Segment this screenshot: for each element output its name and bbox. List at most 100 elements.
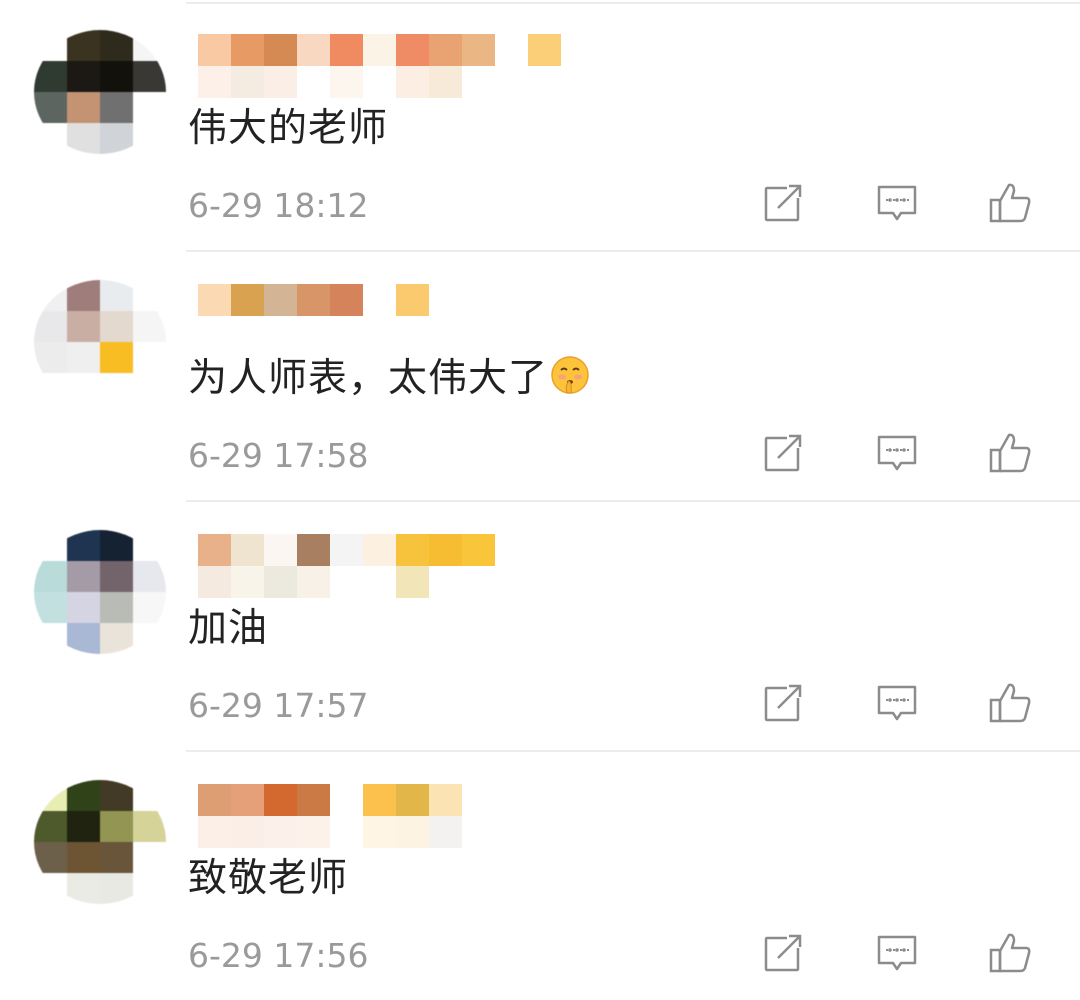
comment-text-content: 致敬老师 — [188, 856, 349, 901]
comment-text: 加油 — [188, 603, 268, 655]
like-button[interactable] — [985, 680, 1035, 730]
like-icon — [986, 929, 1034, 981]
like-button[interactable] — [985, 180, 1035, 230]
avatar-mosaic-cell — [100, 342, 133, 373]
username-mosaic-cell — [528, 534, 561, 566]
username-mosaic-cell — [528, 566, 561, 598]
comment-item: 伟大的老师 6-29 18:12 — [0, 0, 1080, 252]
username-mosaic-cell — [429, 66, 462, 98]
share-button[interactable] — [758, 680, 808, 730]
avatar-mosaic-cell — [100, 842, 133, 873]
username-mosaic-cell — [297, 534, 330, 566]
avatar-mosaic-cell — [34, 623, 67, 654]
share-icon — [759, 929, 807, 981]
username-mosaic-cell — [495, 66, 528, 98]
username-mosaic-cell — [396, 784, 429, 816]
share-button[interactable] — [758, 430, 808, 480]
username-mosaic-cell — [462, 816, 495, 848]
avatar-mosaic-cell — [67, 92, 100, 123]
avatar-mosaic-cell — [100, 30, 133, 61]
comment-timestamp: 6-29 17:56 — [188, 936, 369, 975]
username-mosaic-cell — [462, 34, 495, 66]
username-blurred[interactable] — [198, 34, 561, 98]
username-mosaic-cell — [396, 316, 429, 348]
avatar-mosaic-cell — [133, 592, 166, 623]
avatar-mosaic-cell — [133, 92, 166, 123]
username-mosaic-cell — [231, 284, 264, 316]
username-mosaic-cell — [495, 284, 528, 316]
reply-icon — [873, 679, 921, 731]
avatar-mosaic-cell — [133, 373, 166, 404]
username-mosaic-cell — [264, 316, 297, 348]
avatar[interactable] — [34, 780, 166, 904]
reply-button[interactable] — [872, 180, 922, 230]
avatar-mosaic-cell — [67, 873, 100, 904]
username-mosaic-cell — [396, 66, 429, 98]
username-mosaic-cell — [297, 566, 330, 598]
username-mosaic-cell — [462, 566, 495, 598]
username-mosaic-cell — [264, 284, 297, 316]
reply-icon — [873, 179, 921, 231]
username-mosaic-cell — [231, 784, 264, 816]
reply-button[interactable] — [872, 430, 922, 480]
avatar-mosaic-cell — [34, 280, 67, 311]
avatar-mosaic-cell — [100, 530, 133, 561]
shushing-face-emoji — [550, 355, 590, 395]
avatar[interactable] — [34, 280, 166, 404]
share-icon — [759, 679, 807, 731]
avatar-mosaic-cell — [100, 92, 133, 123]
username-mosaic-cell — [198, 534, 231, 566]
username-mosaic-cell — [396, 34, 429, 66]
like-button[interactable] — [985, 930, 1035, 980]
avatar-mosaic-cell — [34, 123, 67, 154]
username-mosaic-cell — [429, 316, 462, 348]
username-mosaic-cell — [429, 816, 462, 848]
avatar-mosaic-cell — [100, 811, 133, 842]
reply-icon — [873, 929, 921, 981]
avatar[interactable] — [34, 30, 166, 154]
username-mosaic-cell — [330, 316, 363, 348]
username-blurred[interactable] — [198, 534, 561, 598]
username-mosaic-cell — [198, 284, 231, 316]
username-mosaic-cell — [429, 566, 462, 598]
avatar-mosaic-cell — [100, 561, 133, 592]
share-button[interactable] — [758, 180, 808, 230]
username-mosaic-cell — [462, 316, 495, 348]
username-mosaic-cell — [297, 316, 330, 348]
comment-timestamp: 6-29 17:57 — [188, 686, 369, 725]
username-mosaic-cell — [462, 534, 495, 566]
username-mosaic-cell — [528, 316, 561, 348]
avatar-mosaic-cell — [133, 280, 166, 311]
avatar-mosaic-cell — [133, 61, 166, 92]
avatar-mosaic-cell — [34, 530, 67, 561]
username-mosaic-cell — [231, 566, 264, 598]
username-mosaic-cell — [264, 566, 297, 598]
reply-button[interactable] — [872, 930, 922, 980]
reply-icon — [873, 429, 921, 481]
username-mosaic-cell — [396, 566, 429, 598]
username-blurred[interactable] — [198, 284, 561, 348]
avatar-mosaic-cell — [133, 561, 166, 592]
username-mosaic-cell — [231, 316, 264, 348]
comment-text-content: 加油 — [188, 606, 269, 651]
avatar-mosaic-cell — [133, 123, 166, 154]
username-mosaic-cell — [231, 66, 264, 98]
username-mosaic-cell — [429, 784, 462, 816]
avatar-mosaic-cell — [67, 811, 100, 842]
username-mosaic-cell — [297, 816, 330, 848]
username-mosaic-cell — [528, 66, 561, 98]
share-button[interactable] — [758, 930, 808, 980]
comment-item: 为人师表，太伟大了 6-29 17:58 — [0, 250, 1080, 502]
reply-button[interactable] — [872, 680, 922, 730]
avatar-mosaic-cell — [34, 561, 67, 592]
avatar-mosaic-cell — [34, 842, 67, 873]
username-blurred[interactable] — [198, 784, 561, 848]
avatar[interactable] — [34, 530, 166, 654]
username-mosaic-cell — [264, 784, 297, 816]
comment-text: 为人师表，太伟大了 — [188, 353, 590, 405]
username-mosaic-cell — [264, 34, 297, 66]
username-mosaic-cell — [528, 34, 561, 66]
avatar-mosaic-cell — [100, 61, 133, 92]
avatar-mosaic-cell — [100, 311, 133, 342]
like-button[interactable] — [985, 430, 1035, 480]
